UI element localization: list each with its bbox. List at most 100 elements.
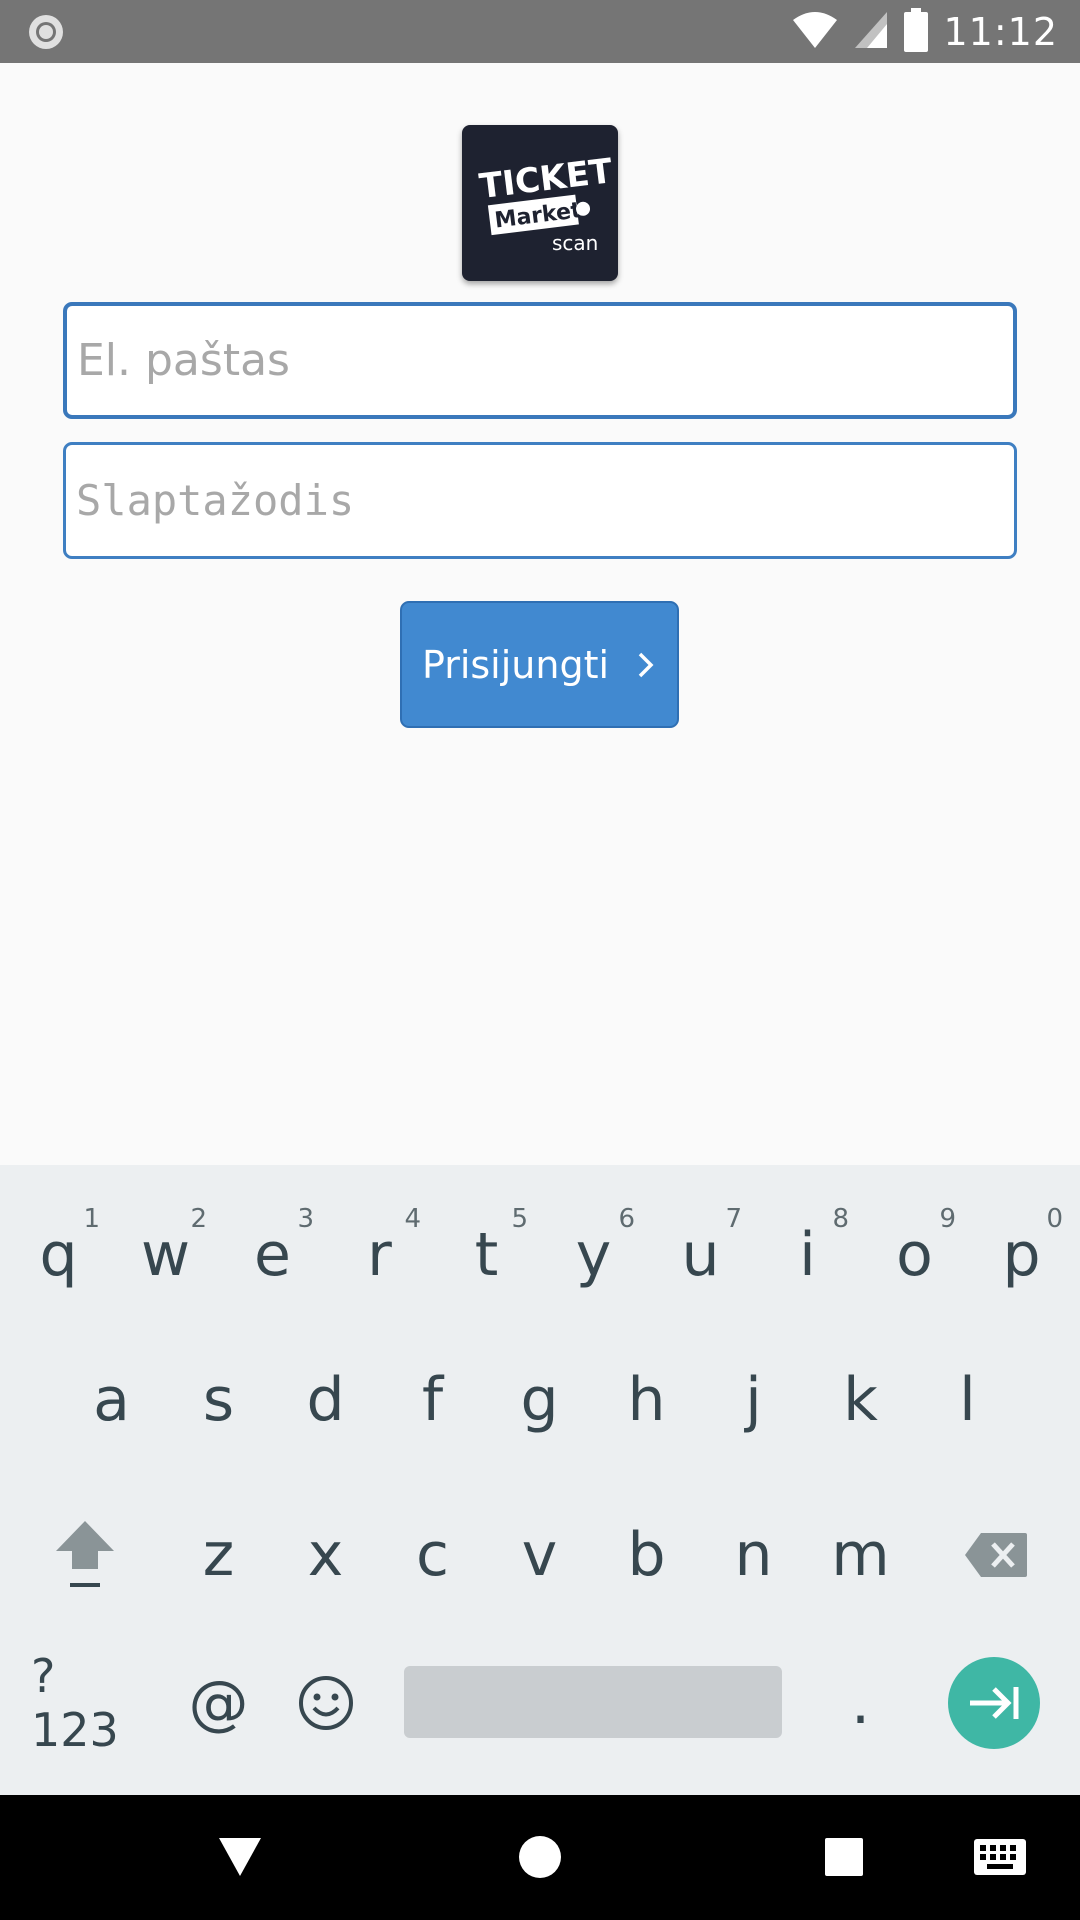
keyboard-switch-icon (974, 1839, 1026, 1875)
back-button[interactable] (210, 1827, 270, 1887)
period-key-label: . (850, 1668, 871, 1738)
key-label: s (202, 1365, 235, 1435)
chevron-right-icon (638, 652, 654, 677)
key-r[interactable]: r4 (326, 1180, 433, 1330)
key-label: e (254, 1220, 291, 1290)
key-p[interactable]: p0 (968, 1180, 1075, 1330)
password-field[interactable] (66, 445, 1014, 556)
key-y[interactable]: y6 (540, 1180, 647, 1330)
keyboard-row-2: a s d f gh j k l (0, 1325, 1080, 1475)
keyboard-row-3: z x c vbnm (0, 1480, 1080, 1630)
key-v[interactable]: v (486, 1480, 593, 1630)
symbols-key[interactable]: ?123 (31, 1628, 138, 1778)
key-q[interactable]: q1 (5, 1180, 112, 1330)
home-button[interactable] (510, 1827, 570, 1887)
key-hint: 5 (511, 1204, 528, 1234)
key-label: x (307, 1520, 344, 1590)
key-label: g (520, 1365, 559, 1435)
key-label: v (521, 1520, 558, 1590)
key-j[interactable]: j (700, 1325, 807, 1475)
key-e[interactable]: e3 (219, 1180, 326, 1330)
emoji-key[interactable] (272, 1628, 379, 1778)
at-key-label: @ (188, 1668, 249, 1738)
symbols-key-label: ?123 (31, 1649, 119, 1757)
signal-icon (853, 10, 889, 55)
key-label: h (627, 1365, 666, 1435)
backspace-key[interactable] (942, 1480, 1049, 1630)
home-icon (519, 1836, 561, 1878)
email-field[interactable] (67, 306, 1013, 415)
key-b[interactable]: b (593, 1480, 700, 1630)
keyboard-switch-button[interactable] (970, 1827, 1030, 1887)
key-l[interactable]: l (914, 1325, 1021, 1475)
tab-next-icon (970, 1687, 1019, 1719)
key-d[interactable]: d (272, 1325, 379, 1475)
key-z[interactable]: z (165, 1480, 272, 1630)
navigation-bar (0, 1795, 1080, 1920)
key-c[interactable]: c (379, 1480, 486, 1630)
password-field-container (63, 442, 1017, 559)
key-label: d (306, 1365, 345, 1435)
key-f[interactable]: f (379, 1325, 486, 1475)
recents-icon (825, 1838, 863, 1876)
shift-key[interactable] (31, 1480, 138, 1630)
key-label: q (39, 1220, 78, 1290)
key-label: t (474, 1220, 499, 1290)
key-hint: 4 (404, 1204, 421, 1234)
wifi-icon (791, 10, 839, 55)
app-logo: TICKET Market scan (462, 125, 618, 281)
key-hint: 0 (1046, 1204, 1063, 1234)
key-w[interactable]: w2 (112, 1180, 219, 1330)
key-x[interactable]: x (272, 1480, 379, 1630)
key-o[interactable]: o9 (861, 1180, 968, 1330)
key-label: k (843, 1365, 878, 1435)
key-label: o (896, 1220, 933, 1290)
key-label: i (799, 1220, 816, 1290)
key-label: m (831, 1520, 890, 1590)
key-hint: 7 (725, 1204, 742, 1234)
key-label: f (421, 1365, 444, 1435)
key-label: w (140, 1220, 191, 1290)
key-hint: 1 (83, 1204, 100, 1234)
key-label: l (959, 1365, 976, 1435)
key-hint: 2 (190, 1204, 207, 1234)
key-label: c (416, 1520, 449, 1590)
email-field-container (63, 302, 1017, 419)
key-label: z (202, 1520, 235, 1590)
key-n[interactable]: n (700, 1480, 807, 1630)
key-u[interactable]: u7 (647, 1180, 754, 1330)
shift-icon (55, 1521, 114, 1587)
back-icon (219, 1838, 261, 1876)
key-hint: 3 (297, 1204, 314, 1234)
clock: 11:12 (943, 10, 1058, 54)
space-key[interactable] (404, 1666, 782, 1738)
login-button-label: Prisijungti (421, 642, 610, 687)
key-h[interactable]: h (593, 1325, 700, 1475)
key-label: p (1002, 1220, 1041, 1290)
emoji-icon (298, 1676, 353, 1730)
key-hint: 6 (618, 1204, 635, 1234)
key-hint: 9 (939, 1204, 956, 1234)
key-label: u (681, 1220, 720, 1290)
logo-scan-text: scan (552, 231, 598, 255)
keyboard-row-1: q1w2e3r4t5y6u7i8o9p0 (0, 1180, 1080, 1330)
key-a[interactable]: a (58, 1325, 165, 1475)
record-icon (26, 12, 66, 52)
battery-icon (903, 7, 929, 57)
at-key[interactable]: @ (165, 1628, 272, 1778)
next-key[interactable] (948, 1657, 1040, 1749)
login-button[interactable]: Prisijungti (400, 601, 679, 728)
key-s[interactable]: s (165, 1325, 272, 1475)
key-label: y (575, 1220, 612, 1290)
key-label: r (367, 1220, 392, 1290)
recents-button[interactable] (814, 1827, 874, 1887)
key-hint: 8 (832, 1204, 849, 1234)
key-t[interactable]: t5 (433, 1180, 540, 1330)
key-k[interactable]: k (807, 1325, 914, 1475)
backspace-icon (964, 1533, 1027, 1577)
key-i[interactable]: i8 (754, 1180, 861, 1330)
period-key[interactable]: . (807, 1628, 914, 1778)
key-g[interactable]: g (486, 1325, 593, 1475)
key-m[interactable]: m (807, 1480, 914, 1630)
key-label: j (745, 1365, 762, 1435)
